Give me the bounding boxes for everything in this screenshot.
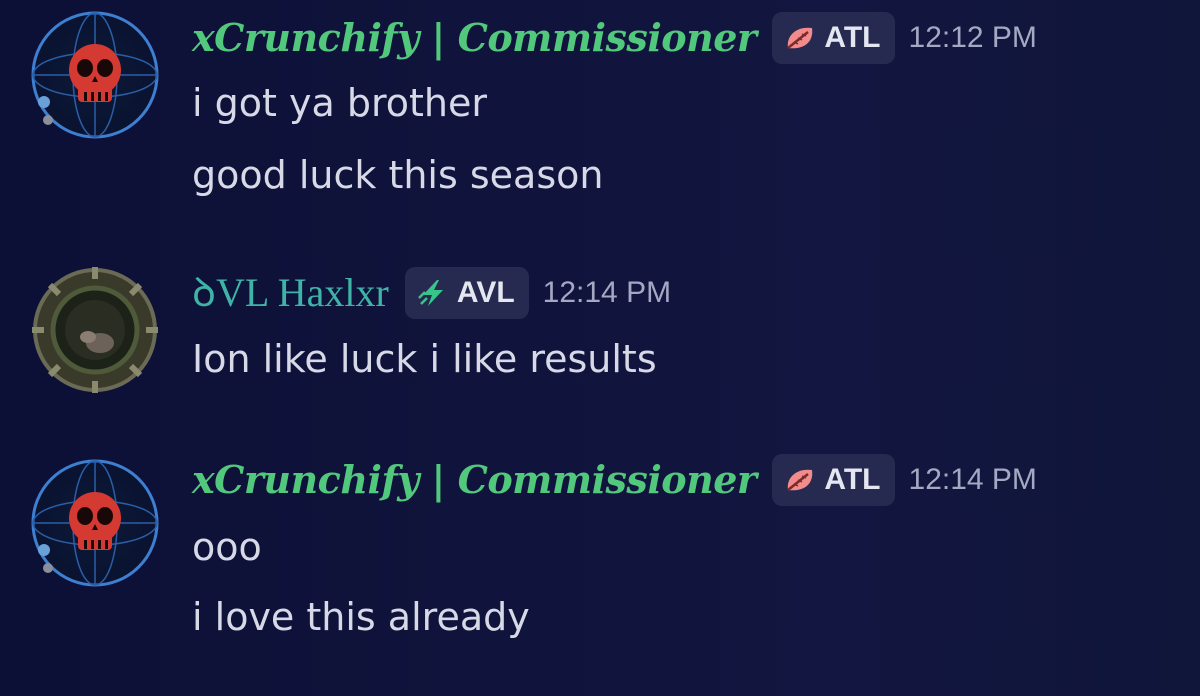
- username[interactable]: xCrunchify | Commissioner: [192, 19, 757, 57]
- avatar[interactable]: [30, 265, 160, 395]
- message-text: ooo: [192, 525, 262, 569]
- message-header: xCrunchify | Commissioner ATL 12:12 PM: [192, 8, 1037, 68]
- leaf-icon: [784, 466, 816, 494]
- server-tag[interactable]: AVL: [404, 267, 529, 319]
- lightning-icon: [417, 278, 449, 308]
- tag-label: ATL: [824, 21, 881, 54]
- message-text: i got ya brother: [192, 81, 487, 125]
- tag-label: ATL: [824, 463, 881, 496]
- timestamp[interactable]: 12:14 PM: [909, 463, 1037, 497]
- skull-avatar-icon: [31, 459, 159, 587]
- timestamp[interactable]: 12:14 PM: [543, 276, 671, 310]
- leaf-icon: [784, 24, 816, 52]
- timestamp[interactable]: 12:12 PM: [909, 21, 1037, 55]
- skull-avatar-icon: [31, 11, 159, 139]
- portal-avatar-icon: [32, 267, 158, 393]
- message-header: xCrunchify | Commissioner ATL 12:14 PM: [192, 450, 1037, 510]
- username[interactable]: ꝺVL Haxlxr: [192, 273, 389, 313]
- server-tag[interactable]: ATL: [772, 454, 895, 506]
- username[interactable]: xCrunchify | Commissioner: [192, 461, 757, 499]
- message-header: ꝺVL Haxlxr AVL 12:14 PM: [192, 263, 671, 323]
- tag-label: AVL: [456, 276, 515, 309]
- message-text: Ion like luck i like results: [192, 337, 657, 381]
- message-text: i love this already: [192, 595, 530, 639]
- server-tag[interactable]: ATL: [772, 12, 895, 64]
- avatar[interactable]: [30, 10, 160, 140]
- message-text: good luck this season: [192, 153, 604, 197]
- avatar[interactable]: [30, 458, 160, 588]
